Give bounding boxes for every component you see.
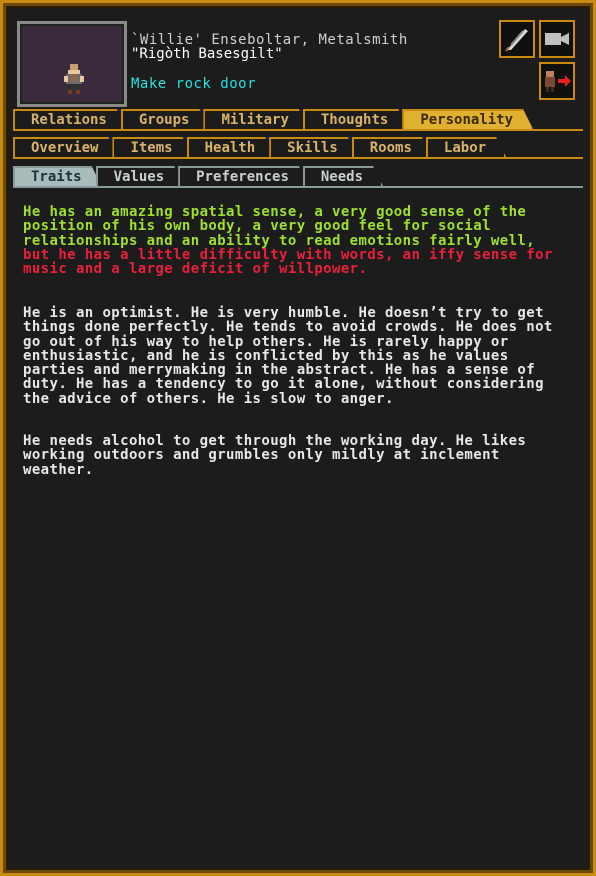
tab-traits[interactable]: Traits: [13, 166, 102, 186]
tab-skills[interactable]: Skills: [269, 137, 358, 157]
tab-values[interactable]: Values: [96, 166, 185, 186]
tab-row-secondary: Overview Items Health Skills Rooms Labor: [13, 137, 500, 159]
tab-needs[interactable]: Needs: [303, 166, 383, 186]
needs-paragraph: He needs alcohol to get through the work…: [23, 433, 527, 478]
unit-name: `Willie' Enseboltar, Metalsmith: [131, 32, 408, 48]
negative-attributes: but he has a little difficulty with word…: [23, 246, 553, 278]
camera-icon: [545, 33, 569, 45]
tab-row-personality: Traits Values Preferences Needs: [13, 166, 377, 188]
tab-relations[interactable]: Relations: [13, 109, 127, 129]
tab-health[interactable]: Health: [187, 137, 276, 157]
positive-attributes: He has an amazing spatial sense, a very …: [23, 204, 536, 249]
unit-sheet-window: `Willie' Enseboltar, Metalsmith "Rigòth …: [0, 0, 596, 876]
unit-nickname: "Rigòth Basesgilt": [131, 46, 283, 62]
tab-row-divider: [13, 157, 583, 159]
quill-button[interactable]: [499, 20, 535, 58]
camera-button[interactable]: [539, 20, 575, 58]
dwarf-exit-icon: [545, 71, 571, 92]
tab-personality[interactable]: Personality: [402, 109, 533, 129]
tab-overview[interactable]: Overview: [13, 137, 118, 157]
tab-thoughts[interactable]: Thoughts: [303, 109, 408, 129]
dwarf-sprite-icon: [64, 64, 84, 94]
tab-row-main: Relations Groups Military Thoughts Perso…: [13, 109, 527, 131]
tab-preferences[interactable]: Preferences: [178, 166, 309, 186]
tab-row-divider: [13, 186, 583, 188]
tab-labor[interactable]: Labor: [426, 137, 506, 157]
personality-paragraph: He is an optimist. He is very humble. He…: [23, 305, 553, 407]
unit-portrait[interactable]: [17, 21, 127, 107]
current-job[interactable]: Make rock door: [131, 76, 256, 92]
exit-to-unit-button[interactable]: [539, 62, 575, 100]
attributes-paragraph: He has an amazing spatial sense, a very …: [23, 205, 563, 276]
tab-groups[interactable]: Groups: [121, 109, 210, 129]
quill-icon: [505, 29, 528, 52]
tab-items[interactable]: Items: [112, 137, 192, 157]
tab-military[interactable]: Military: [203, 109, 308, 129]
tab-rooms[interactable]: Rooms: [352, 137, 432, 157]
tab-row-divider: [13, 129, 583, 131]
